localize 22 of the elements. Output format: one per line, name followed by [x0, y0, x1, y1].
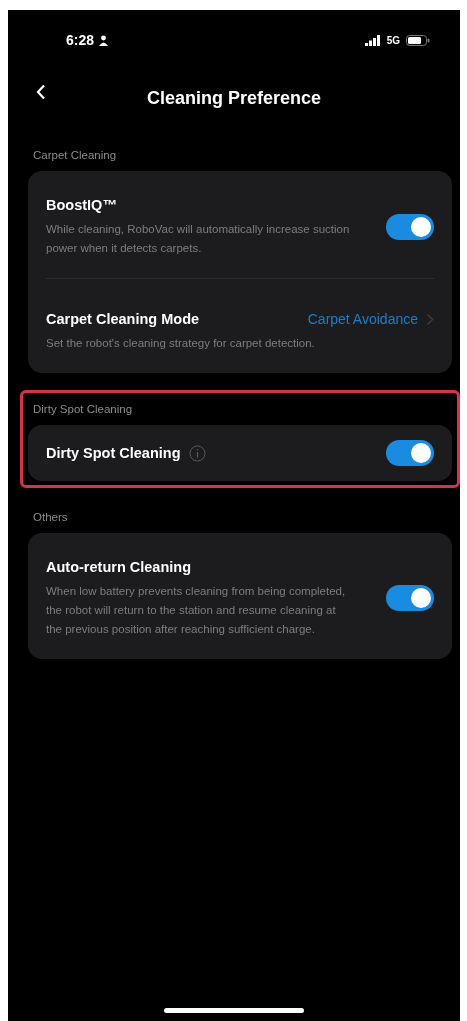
mode-value-link[interactable]: Carpet Avoidance	[307, 311, 418, 327]
back-chevron-icon	[36, 84, 46, 100]
section-label: Carpet Cleaning	[32, 148, 117, 163]
toggle-switch[interactable]	[386, 440, 434, 466]
setting-title: Carpet Cleaning Mode	[46, 310, 200, 329]
setting-description: When low battery prevents cleaning from being completed, the robot will return to the station and resume cleaning at the previous position after reaching sufficient charge.	[46, 584, 347, 637]
section-label: Dirty Spot Cleaning	[32, 402, 133, 417]
network-label: 5G	[386, 34, 400, 46]
setting-description: While cleaning, RoboVac will automatically increase suction power when it detects carpets.	[46, 222, 351, 256]
setting-title: Auto-return Cleaning	[46, 558, 191, 577]
signal-icon	[364, 34, 381, 46]
page-title: Cleaning Preference	[146, 88, 322, 108]
setting-title: BoostIQ™	[46, 196, 117, 215]
setting-description: Set the robot's cleaning strategy for carpet detection.	[46, 336, 316, 351]
section-label: Others	[32, 510, 68, 525]
chevron-right-icon	[426, 312, 434, 326]
setting-title: Dirty Spot Cleaning	[46, 444, 181, 463]
battery-icon	[406, 34, 430, 46]
toggle-switch[interactable]	[386, 213, 434, 240]
status-time: 6:28	[66, 32, 95, 48]
person-icon	[98, 34, 110, 46]
toggle-switch[interactable]	[386, 585, 434, 611]
